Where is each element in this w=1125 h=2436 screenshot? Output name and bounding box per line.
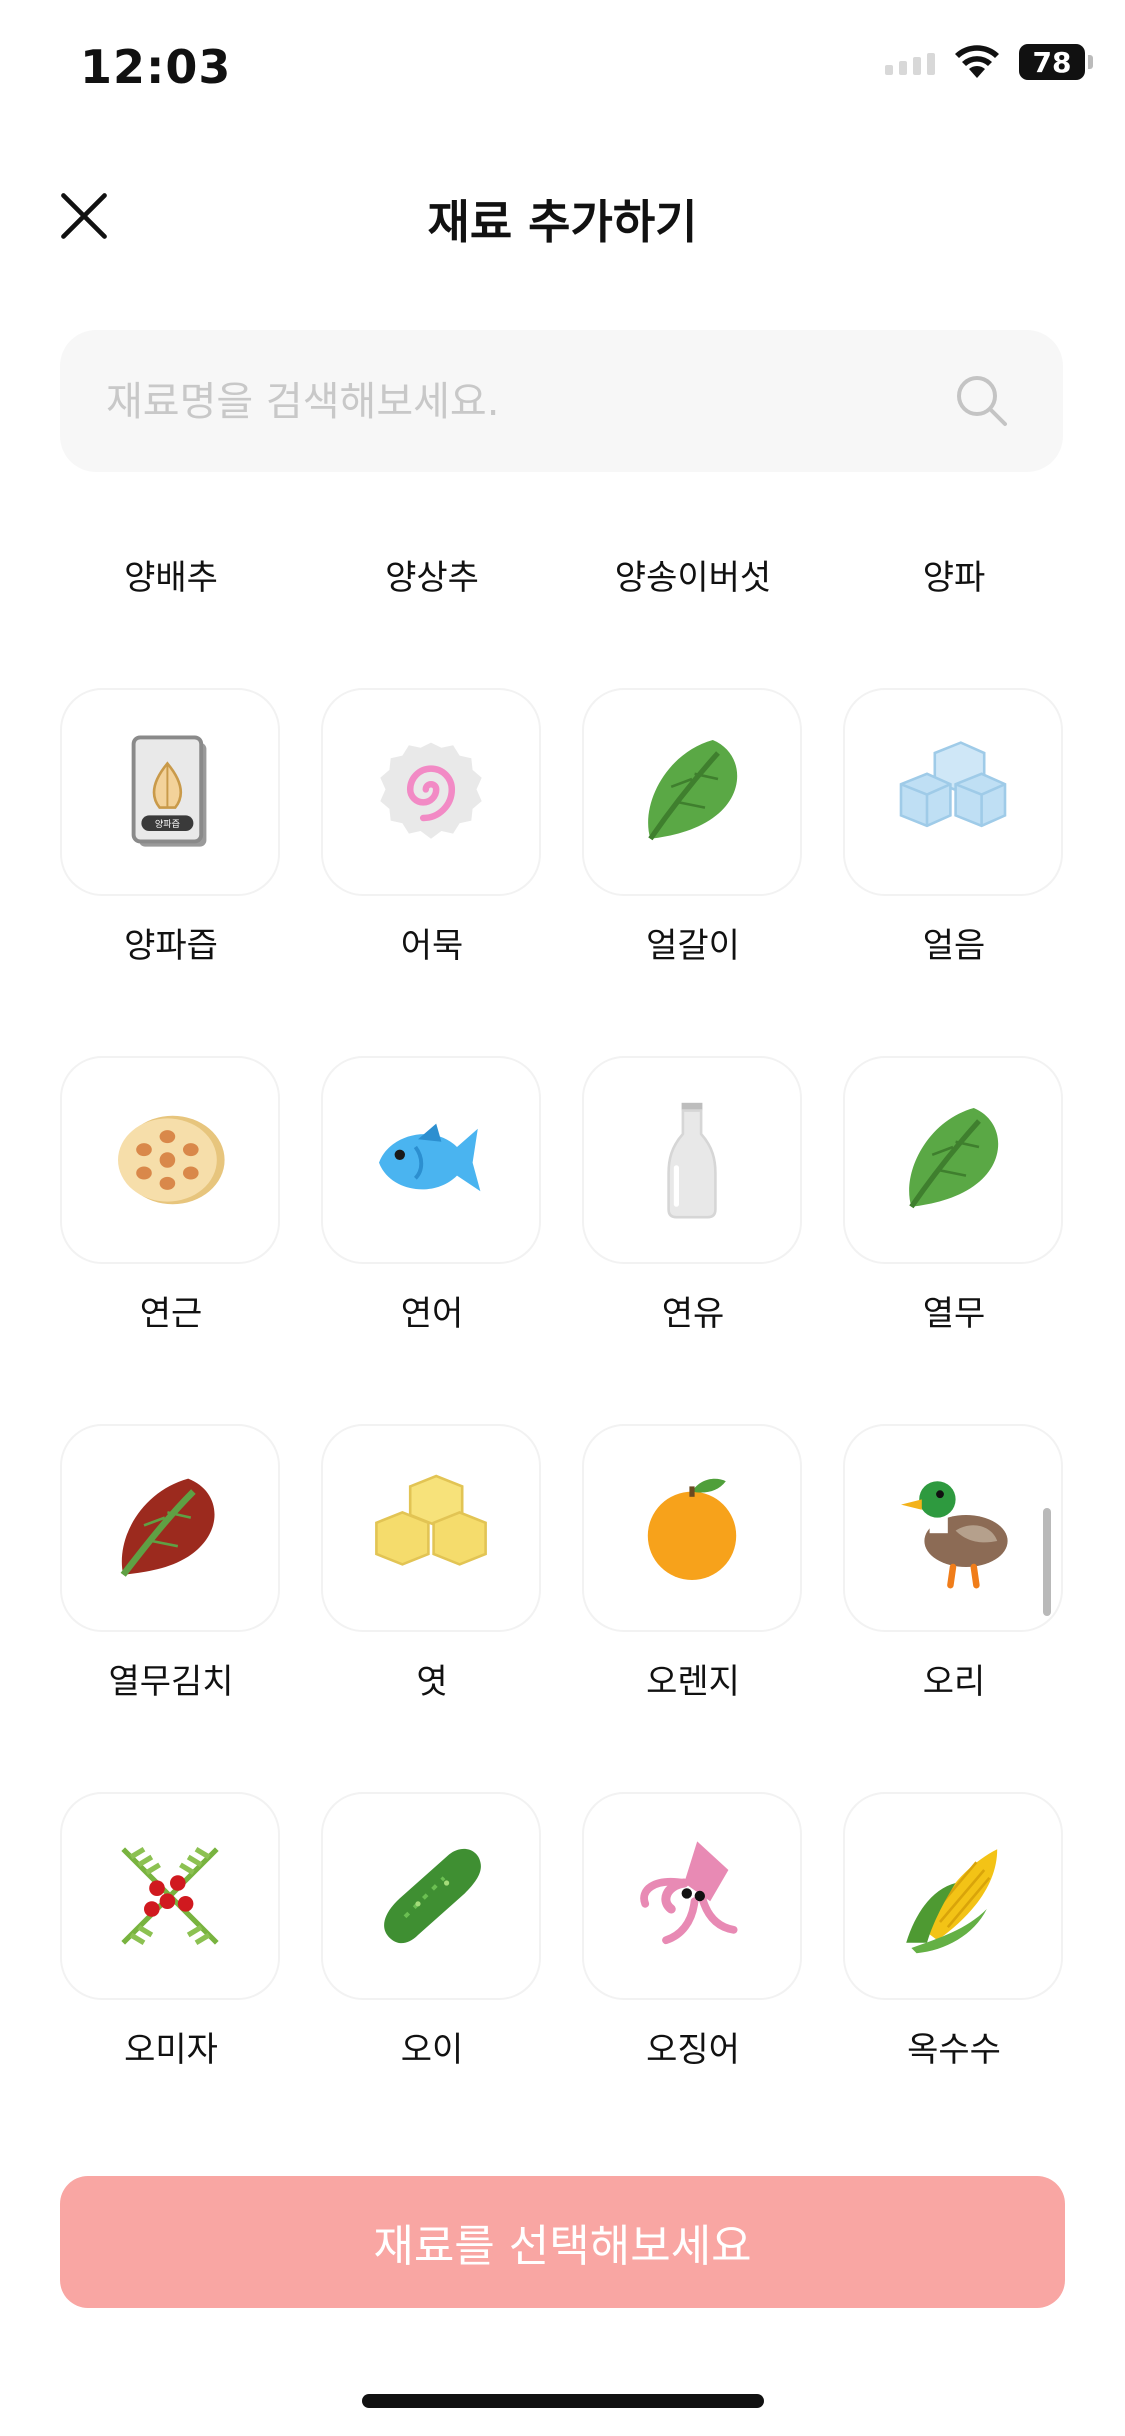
ingredient-name: 얼음: [922, 926, 986, 966]
ingredient-name: 오이: [400, 2030, 464, 2070]
schisandra-berries-icon: [121, 1846, 219, 1946]
select-ingredient-button[interactable]: 재료를 선택해보세요: [60, 2176, 1065, 2308]
ingredient-item[interactable]: 어묵: [321, 688, 543, 967]
scrollbar[interactable]: [1043, 1508, 1051, 1616]
ingredient-name: 어묵: [400, 926, 464, 966]
red-leaf-icon: [120, 1478, 215, 1577]
ingredient-name: 오미자: [124, 2030, 218, 2070]
ingredient-item[interactable]: 얼음: [843, 688, 1065, 967]
ingredient-name: 연근: [139, 1294, 203, 1334]
ingredient-tile[interactable]: [321, 1424, 541, 1632]
battery-indicator: 78: [1019, 44, 1093, 80]
ingredient-item[interactable]: 오미자: [60, 1792, 282, 2071]
ingredient-tile[interactable]: [582, 1424, 802, 1632]
ingredient-item[interactable]: 오이: [321, 1792, 543, 2071]
search-bar[interactable]: [60, 330, 1063, 474]
page-title: 재료 추가하기: [427, 195, 698, 249]
ingredient-item[interactable]: 오렌지: [582, 1424, 804, 1703]
orange-icon: [647, 1478, 737, 1580]
yellow-cubes-icon: [375, 1474, 487, 1566]
ingredient-tile[interactable]: [321, 688, 541, 896]
ingredient-label[interactable]: 양상추: [321, 550, 543, 599]
ingredient-item[interactable]: 엿: [321, 1424, 543, 1703]
ingredient-tile[interactable]: [321, 1056, 541, 1264]
ingredient-item[interactable]: 연어: [321, 1056, 543, 1335]
ingredient-name: 열무: [922, 1294, 986, 1334]
ingredient-item[interactable]: 열무: [843, 1056, 1065, 1335]
ingredient-name: 엿: [416, 1662, 448, 1702]
corn-icon: [906, 1849, 998, 1954]
home-indicator: [362, 2394, 764, 2408]
duck-icon: [901, 1481, 1008, 1589]
search-input[interactable]: [104, 330, 958, 474]
ingredient-tile[interactable]: [60, 1056, 280, 1264]
search-icon[interactable]: [953, 372, 1011, 430]
ingredient-tile[interactable]: [843, 1424, 1063, 1632]
ingredient-name: 연어: [400, 1294, 464, 1334]
ingredient-tile[interactable]: [582, 1056, 802, 1264]
ingredient-name: 얼갈이: [646, 926, 740, 966]
ingredient-tile[interactable]: [843, 1792, 1063, 2000]
ingredient-tile[interactable]: [582, 688, 802, 896]
wifi-icon: [955, 45, 999, 78]
cucumber-icon: [384, 1848, 481, 1944]
ice-cubes-icon: [899, 741, 1007, 828]
fishcake-icon: [380, 742, 482, 839]
ingredient-item[interactable]: 옥수수: [843, 1792, 1065, 2071]
ingredient-tile[interactable]: [582, 1792, 802, 2000]
pack-label: 양파즙: [155, 819, 180, 830]
ingredient-item[interactable]: 오징어: [582, 1792, 804, 2071]
ingredient-name: 옥수수: [907, 2030, 1001, 2070]
ingredient-name: 열무김치: [108, 1662, 234, 1702]
milk-bottle-icon: [667, 1102, 717, 1219]
ingredient-tile[interactable]: [843, 1056, 1063, 1264]
ingredient-name: 연유: [661, 1294, 725, 1334]
status-time: 12:03: [80, 40, 232, 94]
ingredient-item[interactable]: 양파즙 양파즙: [60, 688, 282, 967]
ingredient-name: 오징어: [646, 2030, 740, 2070]
ingredient-label[interactable]: 양파: [843, 550, 1065, 599]
cellular-signal-icon: [885, 49, 935, 75]
onion-juice-pack-icon: 양파즙: [131, 735, 207, 847]
lotus-root-icon: [118, 1115, 225, 1205]
ingredient-label[interactable]: 양송이버섯: [582, 550, 804, 599]
ingredient-name: 오렌지: [646, 1662, 740, 1702]
ingredient-name: 양파즙: [124, 926, 218, 966]
ingredient-name: 오리: [922, 1662, 986, 1702]
ingredient-label[interactable]: 양배추: [60, 550, 282, 599]
squid-icon: [640, 1841, 738, 1945]
ingredient-tile[interactable]: [60, 1424, 280, 1632]
ingredient-item[interactable]: 열무김치: [60, 1424, 282, 1703]
ingredient-tile[interactable]: 양파즙: [60, 688, 280, 896]
status-icons: 78: [885, 44, 1093, 80]
fish-icon: [379, 1123, 481, 1192]
ingredient-item[interactable]: 연근: [60, 1056, 282, 1335]
ingredient-item[interactable]: 오리: [843, 1424, 1065, 1703]
green-leaf-icon: [648, 740, 738, 841]
ingredient-tile[interactable]: [843, 688, 1063, 896]
ingredient-item[interactable]: 연유: [582, 1056, 804, 1335]
green-leaf-icon: [909, 1108, 999, 1209]
ingredient-item[interactable]: 얼갈이: [582, 688, 804, 967]
ingredient-tile[interactable]: [60, 1792, 280, 2000]
ingredient-tile[interactable]: [321, 1792, 541, 2000]
